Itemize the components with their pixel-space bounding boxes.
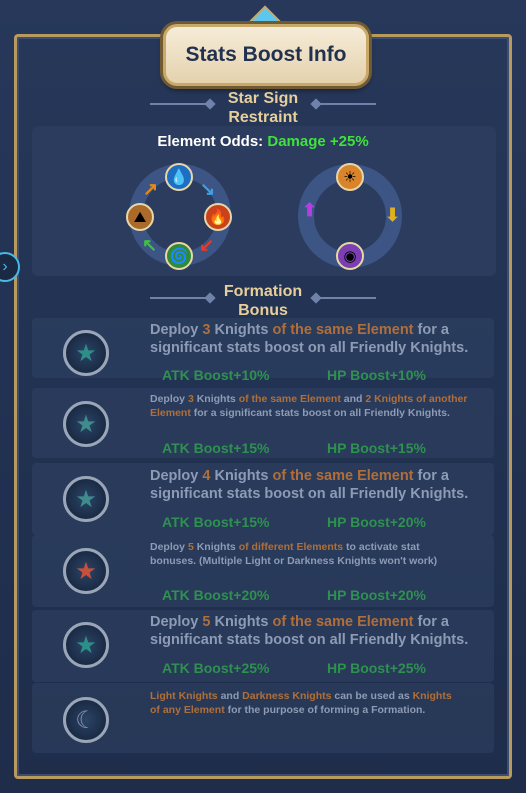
formation-desc: Deploy 5 Knights of the same Element for… <box>150 613 480 649</box>
desc-text: Knights <box>210 614 273 630</box>
desc-text: Knights <box>193 393 239 405</box>
hp-boost: HP Boost+10% <box>327 367 426 383</box>
star-icon: ★ <box>63 622 109 668</box>
atk-boost: ATK Boost+20% <box>162 587 270 603</box>
formation-desc: Deploy 3 Knights of the same Element and… <box>150 392 480 420</box>
desc-text: can be used as <box>331 690 413 702</box>
odds-label: Element Odds: <box>157 133 264 150</box>
atk-boost: ATK Boost+10% <box>162 367 270 383</box>
arrow-down-icon: ⬇ <box>385 205 401 225</box>
desc-element: Light Knights <box>150 690 218 702</box>
arrow-down-right-icon: ↘ <box>200 179 216 199</box>
dark-icon: ◉ <box>336 242 364 270</box>
desc-element: 2 Knights of another <box>365 393 468 405</box>
star-icon: ★ <box>63 548 109 594</box>
desc-text: bonuses. (Multiple Light or Darkness Kni… <box>150 555 438 567</box>
desc-text: Knights <box>210 322 273 338</box>
desc-text: for a <box>413 468 449 484</box>
desc-element: of any Element <box>150 704 225 716</box>
desc-text: significant stats boost on all Friendly … <box>150 340 469 356</box>
formation-title: Formation Bonus <box>0 282 526 320</box>
water-icon: 💧 <box>165 163 193 191</box>
atk-boost: ATK Boost+15% <box>162 514 270 530</box>
desc-text: significant stats boost on all Friendly … <box>150 632 469 648</box>
desc-text: significant stats boost on all Friendly … <box>150 486 469 502</box>
desc-text: and <box>340 393 366 405</box>
formation-desc: Deploy 5 Knights of different Elements t… <box>150 540 480 568</box>
star-sign-title-line2: Restraint <box>228 109 298 126</box>
desc-text: Deploy <box>150 468 203 484</box>
desc-text: for the purpose of forming a Formation. <box>224 704 426 716</box>
hp-boost: HP Boost+20% <box>327 514 426 530</box>
page-title: Stats Boost Info <box>185 43 347 66</box>
desc-element: Element <box>150 407 191 419</box>
desc-element: of the same Element <box>272 468 414 484</box>
formation-desc: Deploy 4 Knights of the same Element for… <box>150 467 480 503</box>
desc-text: to activate stat <box>343 541 420 553</box>
light-icon: ☀ <box>336 163 364 191</box>
star-sign-title-line1: Star Sign <box>227 90 299 107</box>
formation-title-line1: Formation <box>223 283 303 300</box>
desc-text: for a <box>413 614 449 630</box>
atk-boost: ATK Boost+15% <box>162 440 270 456</box>
arrow-down-left-icon: ↙ <box>199 235 215 255</box>
desc-text: and <box>217 690 243 702</box>
desc-text: for a <box>413 322 449 338</box>
arrow-up-right-icon: ↗ <box>143 179 159 199</box>
desc-element: of the same Element <box>272 614 414 630</box>
desc-text: Knights <box>193 541 239 553</box>
arrow-up-left-icon: ↖ <box>142 235 158 255</box>
desc-element: Darkness Knights <box>242 690 332 702</box>
star-icon: ★ <box>63 401 109 447</box>
desc-text: for a significant stats boost on all Fri… <box>190 407 450 419</box>
desc-text: Deploy <box>150 393 188 405</box>
title-plaque: Stats Boost Info <box>163 24 369 86</box>
desc-element: of the same Element <box>272 322 414 338</box>
arrow-up-icon: ⬆ <box>302 200 318 220</box>
stats-boost-panel: Stats Boost Info › Star Sign Restraint E… <box>0 0 526 793</box>
wind-icon: 🌀 <box>165 242 193 270</box>
desc-text: Deploy <box>150 322 203 338</box>
fire-icon: 🔥 <box>204 203 232 231</box>
hp-boost: HP Boost+15% <box>327 440 426 456</box>
light-dark-badge-icon: ☾ <box>63 697 109 743</box>
atk-boost: ATK Boost+25% <box>162 660 270 676</box>
desc-element: of different Elements <box>238 541 344 553</box>
earth-icon: ⛰ <box>126 203 154 231</box>
desc-text: Deploy <box>150 614 203 630</box>
star-icon: ★ <box>63 476 109 522</box>
desc-text: Deploy <box>150 541 188 553</box>
element-odds: Element Odds: Damage +25% <box>0 133 526 150</box>
formation-desc: Deploy 3 Knights of the same Element for… <box>150 321 480 357</box>
hp-boost: HP Boost+20% <box>327 587 426 603</box>
desc-element: of the same Element <box>238 393 341 405</box>
star-sign-title: Star Sign Restraint <box>0 89 526 127</box>
desc-element: Knights <box>412 690 452 702</box>
formation-desc: Light Knights and Darkness Knights can b… <box>150 689 480 717</box>
star-icon: ★ <box>63 330 109 376</box>
hp-boost: HP Boost+25% <box>327 660 426 676</box>
desc-text: Knights <box>210 468 273 484</box>
odds-value: Damage +25% <box>267 133 369 150</box>
